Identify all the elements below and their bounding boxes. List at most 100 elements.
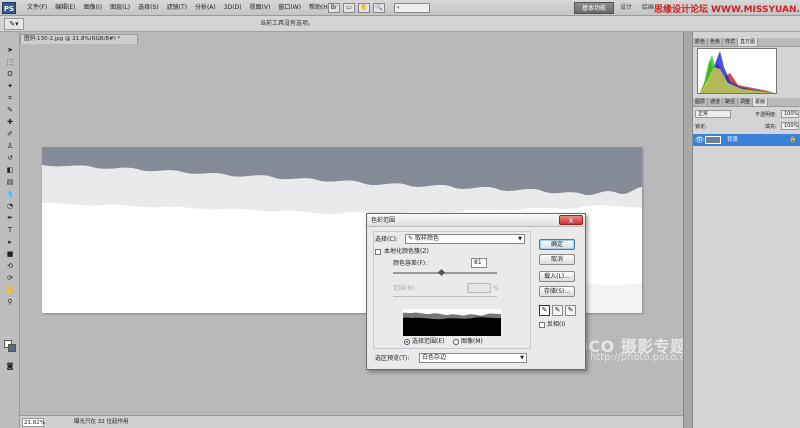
- tab-swatches[interactable]: 色板: [708, 38, 724, 46]
- tab-masks[interactable]: 蒙版: [753, 98, 769, 106]
- zoom-icon[interactable]: 🔍: [373, 3, 385, 13]
- menu-edit[interactable]: 编辑(E): [52, 0, 78, 16]
- chevron-down-icon: ▼: [518, 236, 522, 242]
- dialog-title: 色彩范围: [371, 217, 396, 224]
- marquee-tool-icon[interactable]: ⬚: [4, 58, 16, 67]
- menu-window[interactable]: 窗口(W): [275, 0, 304, 16]
- dialog-close-button[interactable]: X: [559, 215, 583, 225]
- dodge-tool-icon[interactable]: ◔: [4, 202, 16, 211]
- layer-row-background[interactable]: 👁 背景 🔒: [693, 134, 800, 146]
- hand-tool-icon[interactable]: ✋: [4, 286, 16, 295]
- selection-radio-label: 选择范围(E): [412, 338, 445, 345]
- fill-label: 填充:: [765, 124, 777, 130]
- 3d-orbit-tool-icon[interactable]: ⟳: [4, 274, 16, 283]
- shape-tool-icon[interactable]: ■: [4, 250, 16, 259]
- zoom-level-select[interactable]: ▾: [394, 3, 430, 13]
- menu-select[interactable]: 选择(S): [135, 0, 162, 16]
- poco-watermark-url: http://photo.poco.cn/: [590, 352, 695, 363]
- invert-label: 反相(I): [547, 321, 566, 328]
- blend-mode-select[interactable]: 正常: [695, 110, 731, 118]
- image-radio[interactable]: [453, 339, 459, 345]
- 3d-rotate-tool-icon[interactable]: ⟲: [4, 262, 16, 271]
- layers-panel-tabs: 图层 通道 路径 调整 蒙版: [693, 98, 800, 107]
- ok-button[interactable]: 确定: [539, 239, 575, 250]
- eraser-tool-icon[interactable]: ◧: [4, 166, 16, 175]
- histogram-panel-tabs: 颜色 色板 样式 直方图: [693, 38, 800, 47]
- tab-adjustments[interactable]: 调整: [738, 98, 754, 106]
- menu-3d[interactable]: 3D(D): [221, 0, 245, 16]
- selection-radio[interactable]: [404, 339, 410, 345]
- tab-histogram[interactable]: 直方图: [738, 38, 759, 46]
- workspace-paint[interactable]: 绘画: [642, 0, 654, 16]
- menu-view[interactable]: 视图(V): [247, 0, 274, 16]
- cancel-button[interactable]: 取消: [539, 254, 575, 265]
- photoshop-logo: PS: [2, 2, 16, 14]
- eyedropper-icon[interactable]: ✎: [539, 305, 550, 316]
- clone-stamp-tool-icon[interactable]: ♙: [4, 142, 16, 151]
- menu-bar: PS 文件(F) 编辑(E) 图像(I) 图层(L) 选择(S) 滤镜(T) 分…: [0, 0, 800, 16]
- dialog-title-bar[interactable]: 色彩范围 X: [367, 214, 585, 227]
- workspace-essentials-button[interactable]: 基本功能: [574, 2, 614, 14]
- fuzziness-input[interactable]: 81: [471, 258, 487, 268]
- select-label: 选择(C):: [375, 236, 398, 243]
- selection-preview-dropdown[interactable]: 白色杂边 ▼: [419, 353, 527, 363]
- workspace-design[interactable]: 设计: [620, 0, 632, 16]
- panels: 颜色 色板 样式 直方图 图层 通道 路径 调整 蒙版 正常 不透明度: 100…: [692, 32, 800, 428]
- layer-thumbnail: [705, 136, 721, 144]
- document-tab[interactable]: 图例-130-2.jpg @ 21.8%(RGB/8#) *: [20, 34, 138, 44]
- save-button[interactable]: 存储(S)...: [539, 286, 575, 297]
- move-tool-icon[interactable]: ➤: [4, 46, 16, 55]
- range-label: 范围(R):: [393, 285, 416, 292]
- selection-preview-label: 选区预览(T):: [375, 355, 410, 362]
- subtract-from-sample-icon[interactable]: ✎: [565, 305, 576, 316]
- brush-tool-icon[interactable]: ✐: [4, 130, 16, 139]
- healing-tool-icon[interactable]: ✚: [4, 118, 16, 127]
- panel-dock-strip[interactable]: [683, 32, 692, 428]
- bridge-icon[interactable]: Br: [328, 3, 340, 13]
- tab-channels[interactable]: 通道: [708, 98, 724, 106]
- menu-layer[interactable]: 图层(L): [107, 0, 133, 16]
- fill-field[interactable]: 100%: [781, 122, 799, 130]
- pen-tool-icon[interactable]: ✒: [4, 214, 16, 223]
- tab-color[interactable]: 颜色: [693, 38, 709, 46]
- type-tool-icon[interactable]: T: [4, 226, 16, 235]
- path-select-tool-icon[interactable]: ▸: [4, 238, 16, 247]
- quick-mask-icon[interactable]: ◙: [4, 362, 16, 371]
- tab-styles[interactable]: 样式: [723, 38, 739, 46]
- menu-image[interactable]: 图像(I): [81, 0, 105, 16]
- eyedropper-icon: ✎: [408, 235, 415, 242]
- gradient-tool-icon[interactable]: ▤: [4, 178, 16, 187]
- lasso-tool-icon[interactable]: ʘ: [4, 70, 16, 79]
- chevron-down-icon: ▼: [520, 355, 524, 361]
- add-to-sample-icon[interactable]: ✎: [552, 305, 563, 316]
- image-radio-label: 图像(M): [461, 338, 483, 345]
- opacity-label: 不透明度:: [755, 112, 777, 118]
- history-brush-tool-icon[interactable]: ↺: [4, 154, 16, 163]
- load-button[interactable]: 载入(L)...: [539, 271, 575, 282]
- toolbox: ➤ ⬚ ʘ ✦ ⌗ ✎ ✚ ✐ ♙ ↺ ◧ ▤ 💧 ◔ ✒ T ▸ ■ ⟲ ⟳ …: [0, 32, 20, 428]
- select-dropdown[interactable]: ✎ 取样颜色 ▼: [405, 234, 525, 244]
- invert-checkbox[interactable]: [539, 322, 545, 328]
- selection-preview-value: 白色杂边: [422, 354, 447, 361]
- status-info: 曝光只在 32 位起作用: [74, 419, 129, 425]
- menu-analysis[interactable]: 分析(A): [192, 0, 219, 16]
- eyedropper-tool-icon[interactable]: ✎: [4, 106, 16, 115]
- mini-bridge-icon[interactable]: ▭: [343, 3, 355, 13]
- hand-icon[interactable]: ✋: [358, 3, 370, 13]
- eyedropper-tool-icon[interactable]: ✎▾: [4, 18, 24, 30]
- range-unit: %: [493, 285, 499, 292]
- zoom-tool-icon[interactable]: ⚲: [4, 298, 16, 307]
- tab-layers-panel[interactable]: 图层: [693, 98, 709, 106]
- zoom-field[interactable]: 21.82%: [22, 418, 45, 427]
- tab-paths[interactable]: 路径: [723, 98, 739, 106]
- eye-icon[interactable]: 👁: [695, 136, 704, 144]
- selection-preview-thumbnail: [403, 309, 501, 336]
- crop-tool-icon[interactable]: ⌗: [4, 94, 16, 103]
- opacity-field[interactable]: 100%: [781, 110, 799, 118]
- menu-filter[interactable]: 滤镜(T): [164, 0, 190, 16]
- quick-select-tool-icon[interactable]: ✦: [4, 82, 16, 91]
- menu-file[interactable]: 文件(F): [24, 0, 50, 16]
- blur-tool-icon[interactable]: 💧: [4, 190, 16, 199]
- localized-color-clusters-checkbox[interactable]: [375, 249, 381, 255]
- background-color-swatch[interactable]: [8, 344, 16, 352]
